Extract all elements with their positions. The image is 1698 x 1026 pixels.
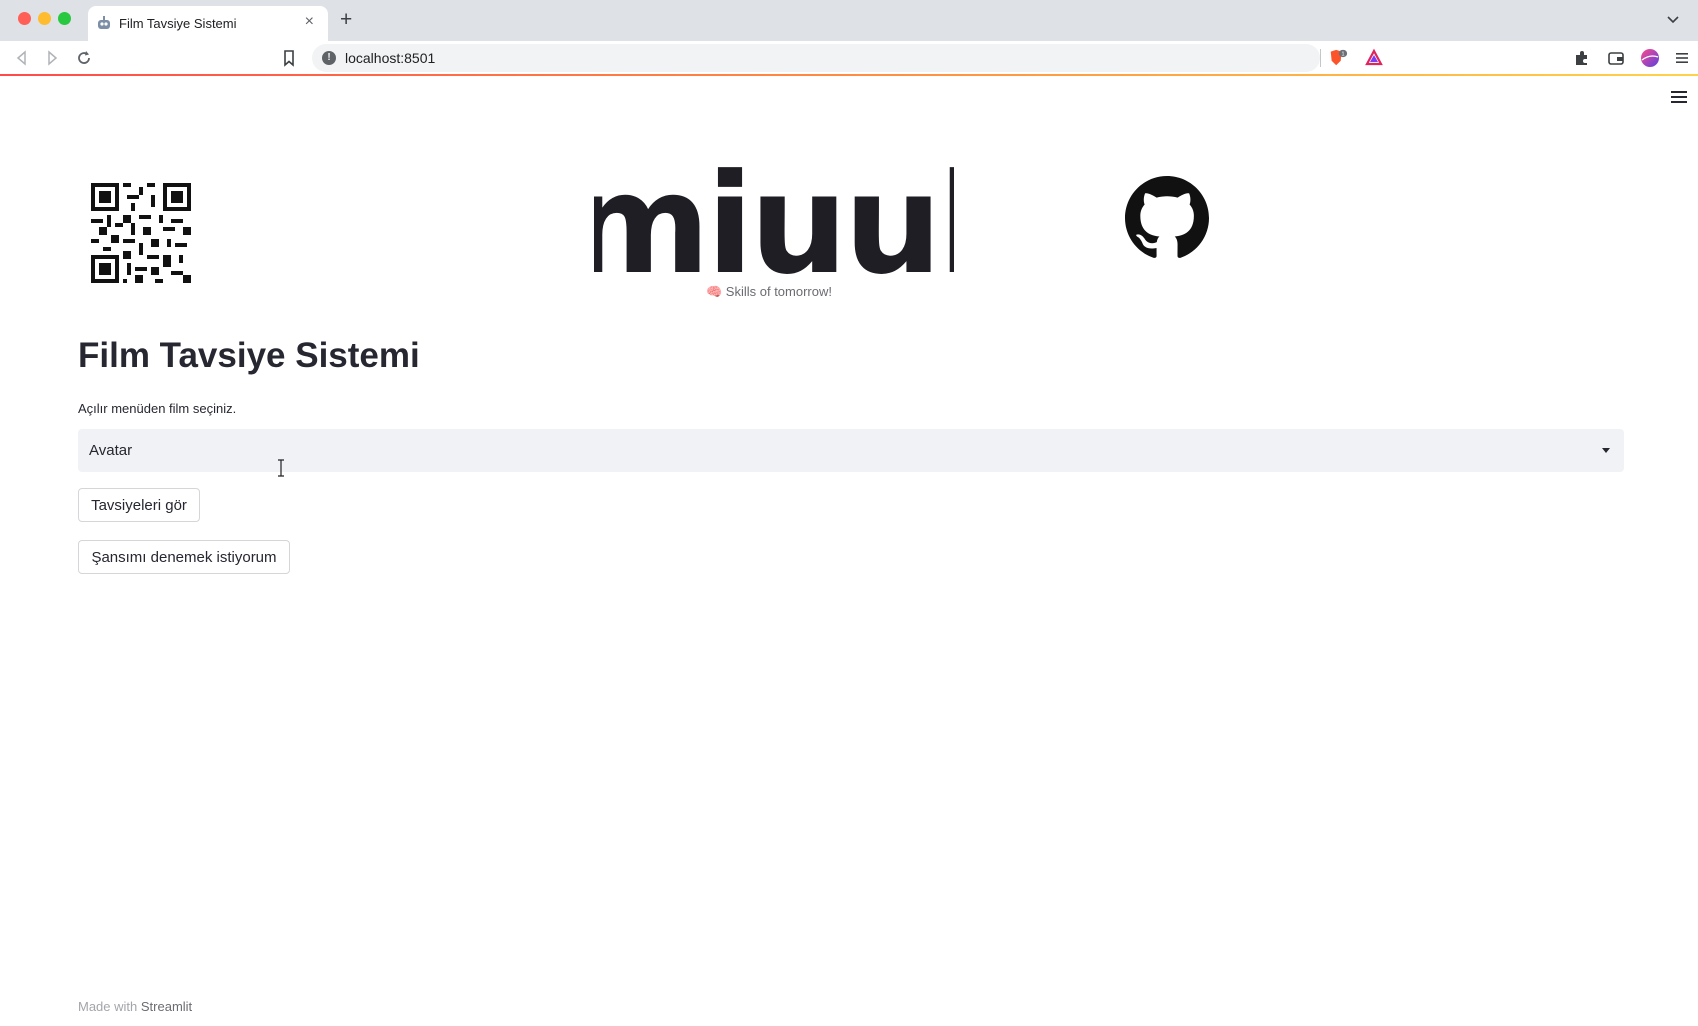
streamlit-decoration-bar xyxy=(0,74,1698,76)
forward-icon[interactable] xyxy=(42,48,62,68)
extensions-icon[interactable] xyxy=(1572,48,1592,68)
window-minimize-button[interactable] xyxy=(38,12,51,25)
brave-rewards-icon[interactable] xyxy=(1364,48,1384,68)
streamlit-favicon-icon xyxy=(98,16,110,29)
footer: Made with Streamlit xyxy=(78,999,192,1014)
url-text[interactable]: localhost:8501 xyxy=(345,50,435,66)
tab-title: Film Tavsiye Sistemi xyxy=(119,16,237,31)
page-title: Film Tavsiye Sistemi xyxy=(78,336,420,375)
tab-close-icon[interactable]: × xyxy=(305,13,314,31)
streamlit-link[interactable]: Streamlit xyxy=(141,999,192,1014)
wallet-icon[interactable] xyxy=(1606,48,1626,68)
miuul-logo: miuul xyxy=(594,160,954,280)
select-label: Açılır menüden film seçiniz. xyxy=(78,401,237,416)
browser-menu-icon[interactable] xyxy=(1672,48,1692,68)
browser-toolbar: ! localhost:8501 1 xyxy=(0,41,1698,75)
tabs-dropdown-icon[interactable] xyxy=(1666,12,1680,26)
toolbar-divider xyxy=(1320,49,1321,67)
try-my-luck-button[interactable]: Şansımı denemek istiyorum xyxy=(78,540,290,574)
show-recommendations-button[interactable]: Tavsiyeleri gör xyxy=(78,488,200,522)
app-menu-icon[interactable] xyxy=(1671,91,1687,105)
brave-shield-icon[interactable]: 1 xyxy=(1328,48,1348,68)
github-icon[interactable] xyxy=(1125,176,1209,260)
back-icon[interactable] xyxy=(12,48,32,68)
chevron-down-icon[interactable] xyxy=(1602,448,1610,453)
tagline: 🧠 Skills of tomorrow! xyxy=(706,284,832,299)
shield-count-badge: 1 xyxy=(1341,52,1344,58)
movie-select[interactable]: Avatar xyxy=(78,429,1624,472)
footer-made-with: Made with xyxy=(78,999,138,1014)
window-close-button[interactable] xyxy=(18,12,31,25)
browser-tab-strip: Film Tavsiye Sistemi × + xyxy=(0,0,1698,41)
new-tab-button[interactable]: + xyxy=(340,8,352,32)
browser-tab-active[interactable]: Film Tavsiye Sistemi × xyxy=(88,6,328,41)
address-bar[interactable]: ! localhost:8501 xyxy=(312,44,1320,72)
bookmark-icon[interactable] xyxy=(279,48,299,68)
site-info-icon[interactable]: ! xyxy=(322,51,336,65)
text-cursor-icon xyxy=(278,459,284,477)
window-maximize-button[interactable] xyxy=(58,12,71,25)
select-value: Avatar xyxy=(89,442,133,459)
svg-text:miuul: miuul xyxy=(594,160,954,280)
profile-avatar-icon[interactable] xyxy=(1640,48,1660,68)
qr-code-image xyxy=(91,183,191,283)
reload-icon[interactable] xyxy=(74,48,94,68)
